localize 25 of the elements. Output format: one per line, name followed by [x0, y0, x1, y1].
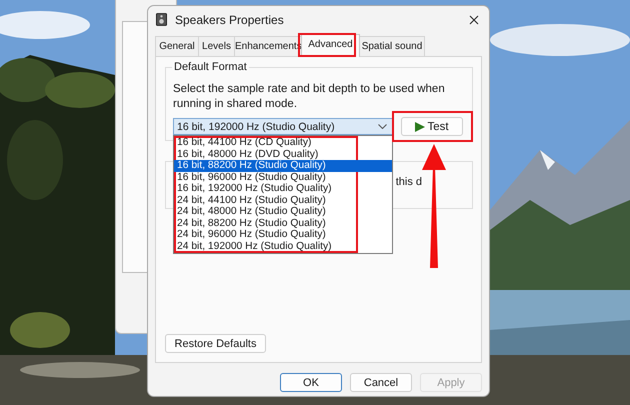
- tab[interactable]: General: [155, 36, 199, 56]
- dropdown-option[interactable]: 16 bit, 88200 Hz (Studio Quality): [174, 160, 392, 172]
- restore-defaults-button[interactable]: Restore Defaults: [165, 334, 266, 353]
- test-button[interactable]: Test: [401, 117, 463, 136]
- dropdown-option[interactable]: 16 bit, 44100 Hz (CD Quality): [174, 137, 392, 148]
- speaker-icon: [156, 13, 167, 26]
- dropdown-option[interactable]: 24 bit, 88200 Hz (Studio Quality): [174, 218, 392, 229]
- dropdown-option[interactable]: 24 bit, 192000 Hz (Studio Quality): [174, 240, 392, 252]
- dialog-button[interactable]: OK: [280, 373, 342, 392]
- dropdown-option[interactable]: 24 bit, 44100 Hz (Studio Quality): [174, 194, 392, 206]
- dialog-button[interactable]: Cancel: [350, 373, 412, 392]
- dropdown-option[interactable]: 16 bit, 192000 Hz (Studio Quality): [174, 183, 392, 194]
- description-text: Select the sample rate and bit depth to be used when running in shared mode.: [173, 82, 446, 112]
- tab[interactable]: Spatial sound: [359, 36, 425, 56]
- dropdown-option[interactable]: 24 bit, 96000 Hz (Studio Quality): [174, 229, 392, 240]
- close-icon[interactable]: [469, 14, 479, 24]
- chevron-icon: [378, 124, 387, 129]
- dropdown-option[interactable]: 16 bit, 96000 Hz (Studio Quality): [174, 172, 392, 183]
- dropdown-option[interactable]: 24 bit, 48000 Hz (Studio Quality): [174, 206, 392, 218]
- option-text: this d: [396, 176, 422, 190]
- dropdown-option[interactable]: 16 bit, 48000 Hz (DVD Quality): [174, 148, 392, 160]
- format-dropdown[interactable]: 16 bit, 192000 Hz (Studio Quality): [173, 118, 393, 135]
- group-title: Default Format: [172, 61, 249, 73]
- window-title: Speakers Properties: [175, 12, 285, 26]
- play-icon: [415, 122, 426, 132]
